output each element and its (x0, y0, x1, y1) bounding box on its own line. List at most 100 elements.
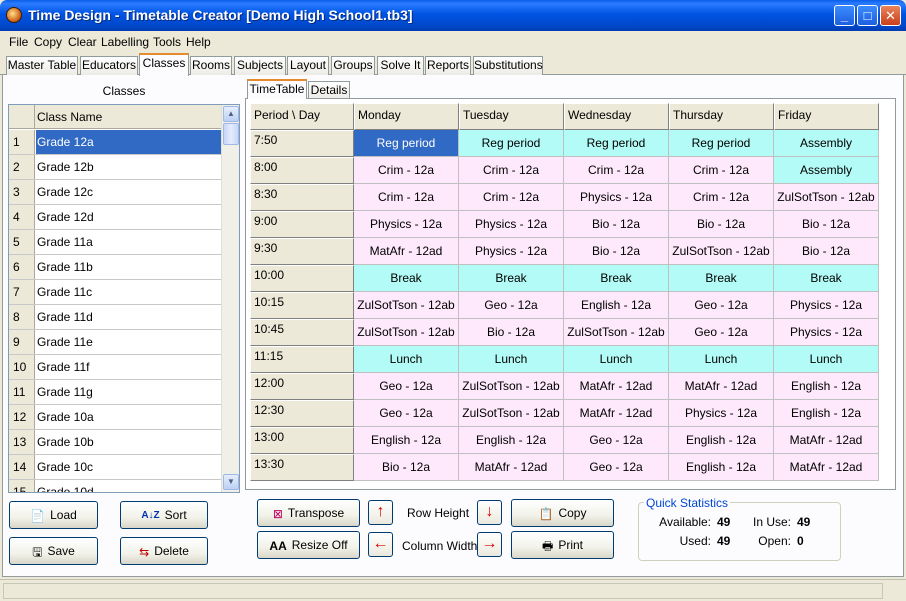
class-list-row[interactable]: 15 Grade 10d (9, 480, 221, 492)
class-name-cell[interactable]: Grade 10a (36, 405, 221, 429)
timetable-cell[interactable]: Bio - 12a (774, 238, 879, 265)
class-list[interactable]: Class Name 1 Grade 12a 2 Grade 12b 3 Grade 12… (8, 104, 240, 493)
timetable-cell[interactable]: Physics - 12a (459, 211, 564, 238)
class-name-cell[interactable]: Grade 12c (36, 180, 221, 204)
class-list-row[interactable]: 7 Grade 11c (9, 280, 221, 305)
class-name-cell[interactable]: Grade 12a (36, 130, 221, 154)
class-name-cell[interactable]: Grade 10c (36, 455, 221, 479)
timetable-cell[interactable]: MatAfr - 12ad (564, 373, 669, 400)
class-name-header[interactable]: Class Name (37, 110, 102, 124)
day-header[interactable]: Tuesday (459, 103, 564, 130)
timetable-cell[interactable]: Crim - 12a (354, 157, 459, 184)
day-header[interactable]: Monday (354, 103, 459, 130)
menu-help[interactable]: Help (186, 35, 211, 49)
class-list-row[interactable]: 3 Grade 12c (9, 180, 221, 205)
class-list-row[interactable]: 2 Grade 12b (9, 155, 221, 180)
timetable-cell[interactable]: Crim - 12a (564, 157, 669, 184)
scroll-up-icon[interactable]: ▲ (223, 106, 239, 122)
period-time-cell[interactable]: 10:15 (250, 292, 354, 319)
timetable-cell[interactable]: Bio - 12a (459, 319, 564, 346)
timetable-cell[interactable]: Physics - 12a (459, 238, 564, 265)
timetable-cell[interactable]: ZulSotTson - 12ab (564, 319, 669, 346)
class-name-cell[interactable]: Grade 10d (36, 480, 221, 492)
menu-tools[interactable]: Tools (153, 35, 181, 49)
resize-off-button[interactable]: AA Resize Off (257, 531, 360, 559)
timetable-cell[interactable]: Break (354, 265, 459, 292)
day-header[interactable]: Thursday (669, 103, 774, 130)
timetable-cell[interactable]: Crim - 12a (459, 184, 564, 211)
timetable-cell[interactable]: ZulSotTson - 12ab (774, 184, 879, 211)
timetable-cell[interactable]: Lunch (354, 346, 459, 373)
class-name-cell[interactable]: Grade 10b (36, 430, 221, 454)
class-list-row[interactable]: 13 Grade 10b (9, 430, 221, 455)
tab-classes[interactable]: Classes (139, 53, 189, 76)
class-list-row[interactable]: 9 Grade 11e (9, 330, 221, 355)
timetable-cell[interactable]: Lunch (669, 346, 774, 373)
tab-rooms[interactable]: Rooms (190, 56, 232, 75)
timetable-cell[interactable]: Geo - 12a (459, 292, 564, 319)
tab-layout[interactable]: Layout (287, 56, 329, 75)
tab-substitutions[interactable]: Substitutions (473, 56, 543, 75)
class-list-row[interactable]: 14 Grade 10c (9, 455, 221, 480)
class-name-cell[interactable]: Grade 11b (36, 255, 221, 279)
transpose-button[interactable]: ⊠ Transpose (257, 499, 360, 527)
row-height-decrease-arrow-down-icon[interactable]: ↓ (477, 500, 502, 525)
period-time-cell[interactable]: 8:30 (250, 184, 354, 211)
copy-button[interactable]: 📋 Copy (511, 499, 614, 527)
class-list-row[interactable]: 6 Grade 11b (9, 255, 221, 280)
timetable-cell[interactable]: Break (564, 265, 669, 292)
tab-subjects[interactable]: Subjects (234, 56, 286, 75)
timetable-cell[interactable]: Reg period (669, 130, 774, 157)
timetable-cell[interactable]: MatAfr - 12ad (459, 454, 564, 481)
tab-master-table[interactable]: Master Table (6, 56, 78, 75)
maximize-button[interactable]: □ (857, 5, 878, 26)
timetable-cell[interactable]: Bio - 12a (774, 211, 879, 238)
timetable-cell[interactable]: English - 12a (564, 292, 669, 319)
timetable-cell[interactable]: Geo - 12a (354, 373, 459, 400)
menu-labelling[interactable]: Labelling (101, 35, 149, 49)
timetable-cell[interactable]: ZulSotTson - 12ab (354, 292, 459, 319)
class-name-cell[interactable]: Grade 12d (36, 205, 221, 229)
timetable-cell[interactable]: Crim - 12a (459, 157, 564, 184)
timetable-cell[interactable]: Geo - 12a (564, 427, 669, 454)
class-list-row[interactable]: 11 Grade 11g (9, 380, 221, 405)
period-time-cell[interactable]: 9:30 (250, 238, 354, 265)
class-name-cell[interactable]: Grade 11f (36, 355, 221, 379)
timetable-cell[interactable]: Crim - 12a (669, 184, 774, 211)
timetable-cell[interactable]: English - 12a (669, 427, 774, 454)
day-header[interactable]: Wednesday (564, 103, 669, 130)
timetable-cell[interactable]: Break (774, 265, 879, 292)
subtab-details[interactable]: Details (308, 81, 350, 99)
period-time-cell[interactable]: 10:45 (250, 319, 354, 346)
timetable-cell[interactable]: Reg period (564, 130, 669, 157)
sort-button[interactable]: A↓Z Sort (120, 501, 208, 529)
period-time-cell[interactable]: 13:30 (250, 454, 354, 481)
timetable-cell[interactable]: Geo - 12a (669, 292, 774, 319)
timetable-cell[interactable]: Assembly (774, 157, 879, 184)
minimize-button[interactable]: _ (834, 5, 855, 26)
timetable-cell[interactable]: Bio - 12a (564, 211, 669, 238)
class-list-scrollbar[interactable]: ▲ ▼ (221, 105, 239, 492)
timetable-cell[interactable]: ZulSotTson - 12ab (354, 319, 459, 346)
timetable-cell[interactable]: Assembly (774, 130, 879, 157)
period-time-cell[interactable]: 7:50 (250, 130, 354, 157)
column-width-decrease-arrow-left-icon[interactable]: ← (368, 532, 393, 557)
timetable-cell[interactable]: MatAfr - 12ad (564, 400, 669, 427)
class-name-cell[interactable]: Grade 11g (36, 380, 221, 404)
timetable-cell[interactable]: Crim - 12a (354, 184, 459, 211)
timetable-cell[interactable]: English - 12a (354, 427, 459, 454)
timetable-cell[interactable]: Bio - 12a (564, 238, 669, 265)
period-time-cell[interactable]: 8:00 (250, 157, 354, 184)
class-name-cell[interactable]: Grade 12b (36, 155, 221, 179)
class-list-row[interactable]: 4 Grade 12d (9, 205, 221, 230)
period-time-cell[interactable]: 10:00 (250, 265, 354, 292)
save-button[interactable]: 🖫 Save (9, 537, 98, 565)
tab-reports[interactable]: Reports (425, 56, 471, 75)
class-name-cell[interactable]: Grade 11e (36, 330, 221, 354)
timetable-cell[interactable]: Bio - 12a (669, 211, 774, 238)
timetable-cell[interactable]: MatAfr - 12ad (354, 238, 459, 265)
class-list-row[interactable]: 8 Grade 11d (9, 305, 221, 330)
timetable-cell[interactable]: Lunch (564, 346, 669, 373)
row-height-increase-arrow-up-icon[interactable]: ↑ (368, 500, 393, 525)
day-header[interactable]: Friday (774, 103, 879, 130)
